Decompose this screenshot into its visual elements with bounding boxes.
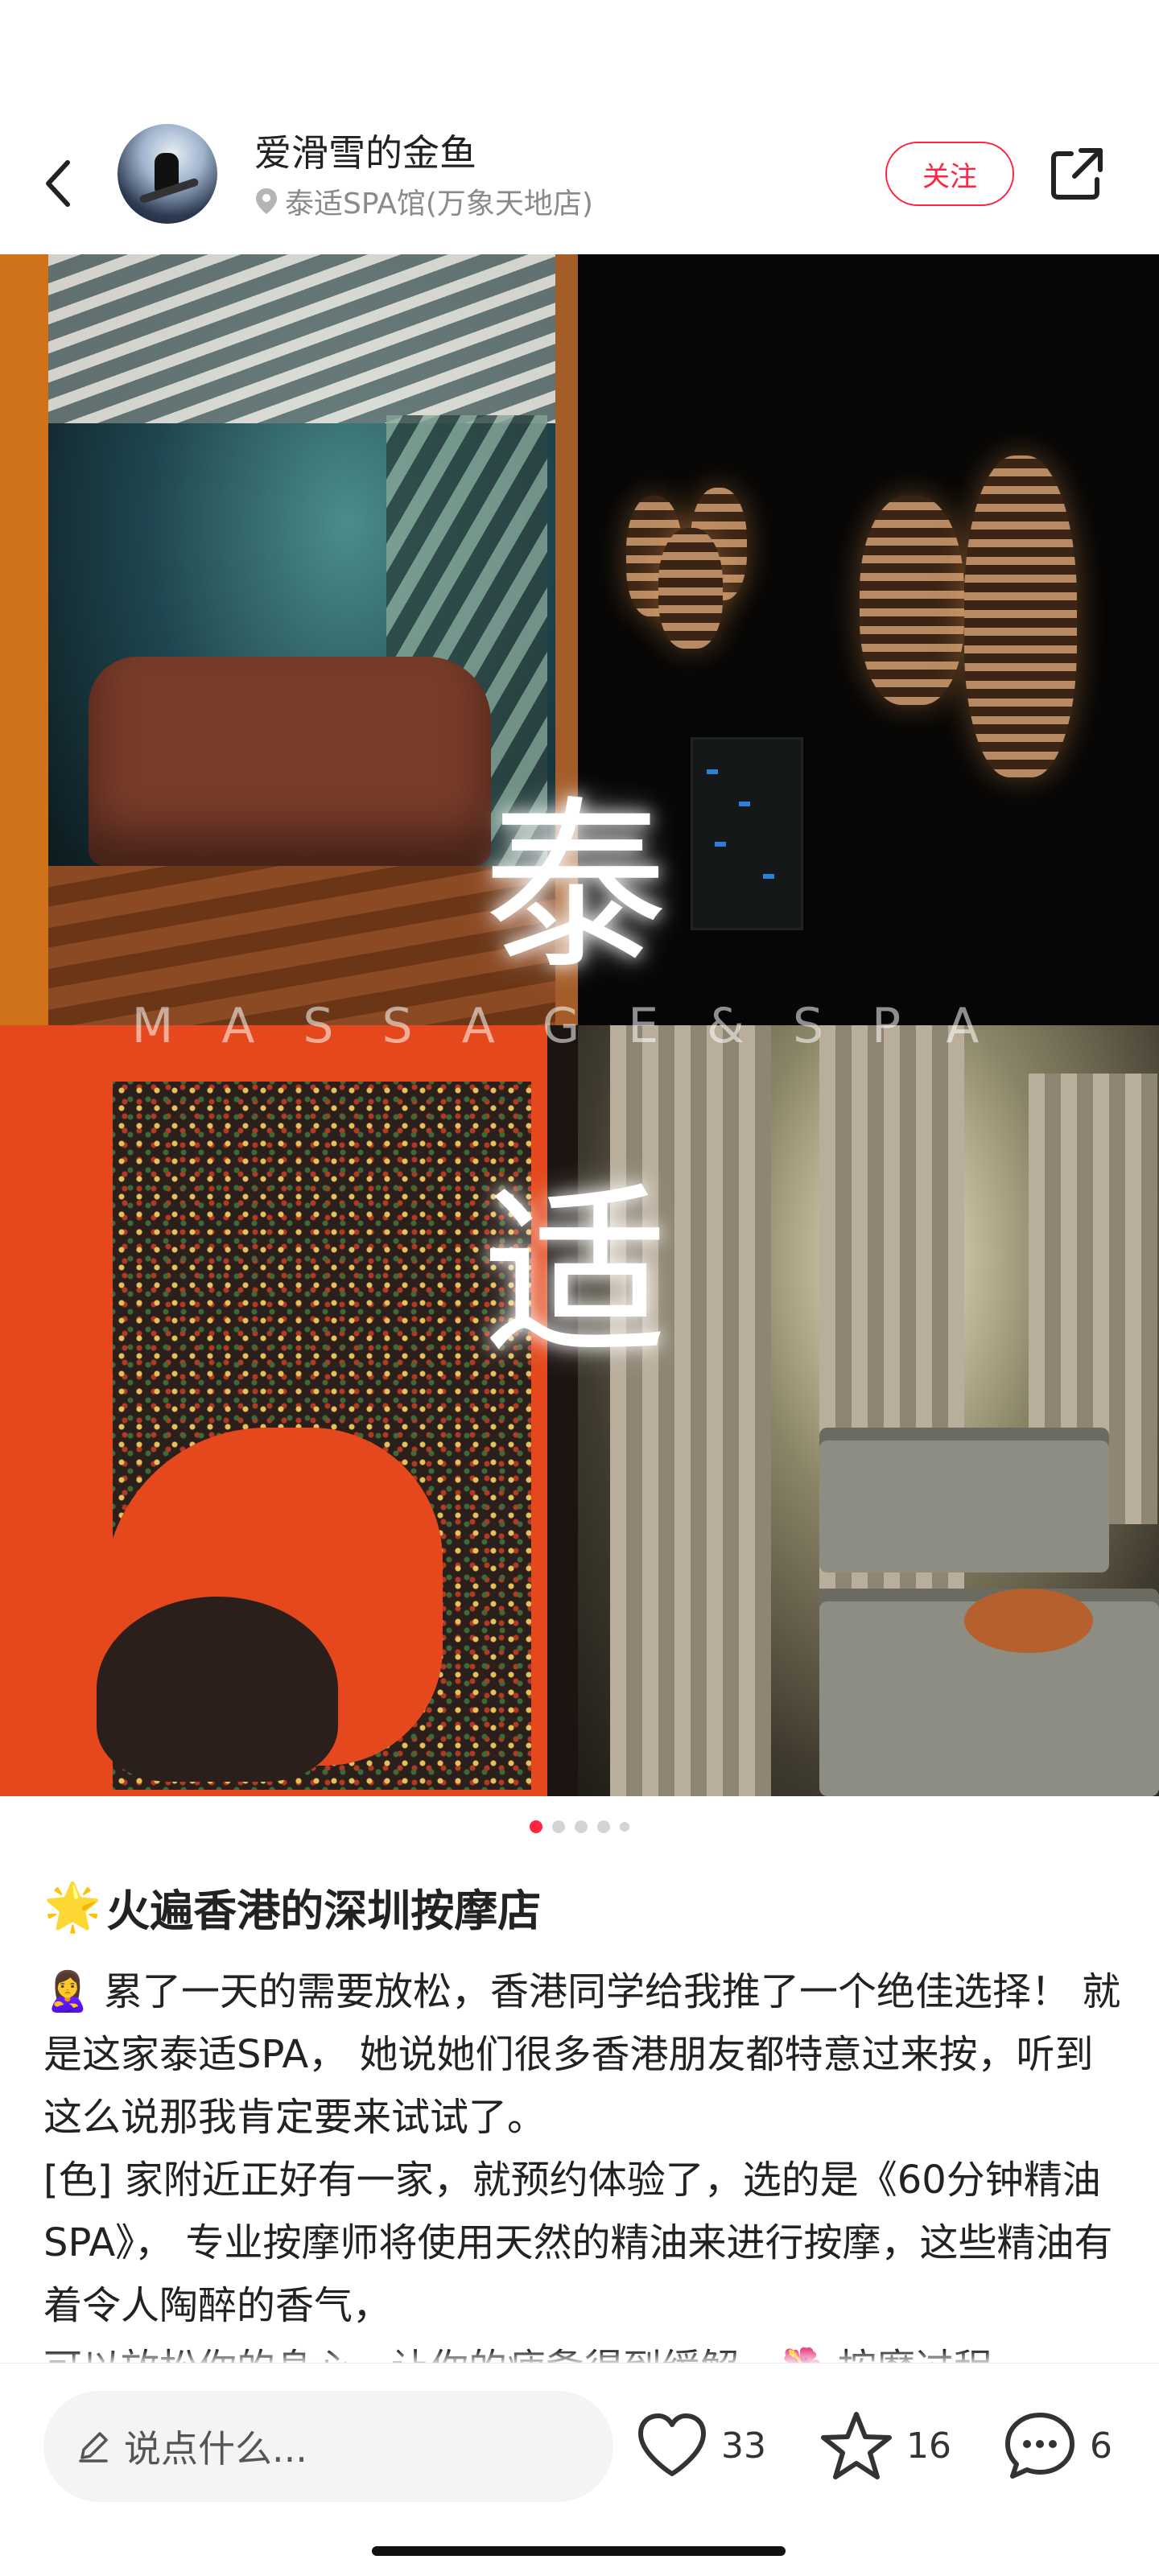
location-pin-icon bbox=[256, 188, 277, 214]
home-indicator[interactable] bbox=[372, 2546, 786, 2556]
hero-title-char-2: 适 bbox=[483, 1167, 669, 1382]
post-paragraph: 🙎‍♀️ 累了一天的需要放松，香港同学给我推了一个绝佳选择！ 就是这家泰适SPA… bbox=[43, 1969, 1121, 2140]
like-button[interactable]: 33 bbox=[636, 2404, 766, 2487]
star-icon bbox=[821, 2412, 892, 2479]
location-tag[interactable]: 泰适SPA馆(万象天地店) bbox=[254, 180, 593, 222]
favorite-count: 16 bbox=[906, 2425, 951, 2467]
comment-count: 6 bbox=[1090, 2425, 1112, 2467]
star-emoji-icon: 🌟 bbox=[43, 1879, 102, 1934]
pencil-icon bbox=[79, 2432, 108, 2463]
bottom-action-bar: 说点什么... 33 16 6 bbox=[0, 2363, 1159, 2576]
comment-placeholder: 说点什么... bbox=[124, 2427, 307, 2471]
share-button[interactable] bbox=[1046, 143, 1107, 204]
post-title-text: 火遍香港的深圳按摩店 bbox=[106, 1886, 542, 1936]
share-icon bbox=[1051, 148, 1103, 200]
back-button[interactable] bbox=[32, 145, 84, 222]
carousel-dot bbox=[620, 1822, 629, 1832]
hero-title-char-1: 泰 bbox=[483, 781, 669, 995]
like-count: 33 bbox=[721, 2425, 766, 2467]
location-label: 泰适SPA馆(万象天地店) bbox=[285, 188, 593, 221]
author-avatar[interactable] bbox=[118, 124, 217, 224]
author-name[interactable]: 爱滑雪的金鱼 bbox=[254, 124, 476, 177]
comment-input[interactable]: 说点什么... bbox=[43, 2391, 613, 2502]
heart-icon bbox=[638, 2413, 706, 2476]
carousel-dot bbox=[552, 1820, 565, 1833]
favorite-button[interactable]: 16 bbox=[819, 2404, 951, 2487]
post-title: 🌟 火遍香港的深圳按摩店 bbox=[43, 1875, 541, 1939]
carousel-dot bbox=[530, 1820, 542, 1833]
post-image-carousel[interactable]: 泰 适 MASSAGE&SPA bbox=[0, 254, 1159, 1796]
carousel-dot bbox=[597, 1820, 610, 1833]
post-header: 爱滑雪的金鱼 泰适SPA馆(万象天地店) 关注 bbox=[0, 113, 1159, 254]
hero-subtitle: MASSAGE&SPA bbox=[131, 998, 1028, 1054]
comment-button[interactable]: 6 bbox=[1003, 2404, 1112, 2487]
comment-bubble-icon bbox=[1005, 2413, 1074, 2479]
post-body: 🙎‍♀️ 累了一天的需要放松，香港同学给我推了一个绝佳选择！ 就是这家泰适SPA… bbox=[43, 1960, 1122, 2363]
post-paragraph: [色] 家附近正好有一家，就预约体验了，选的是《60分钟精油SPA》， 专业按摩… bbox=[43, 2158, 1113, 2328]
follow-button[interactable]: 关注 bbox=[885, 142, 1014, 206]
carousel-indicator bbox=[0, 1820, 1159, 1833]
back-arrow-icon bbox=[46, 160, 70, 207]
carousel-dot bbox=[575, 1820, 588, 1833]
